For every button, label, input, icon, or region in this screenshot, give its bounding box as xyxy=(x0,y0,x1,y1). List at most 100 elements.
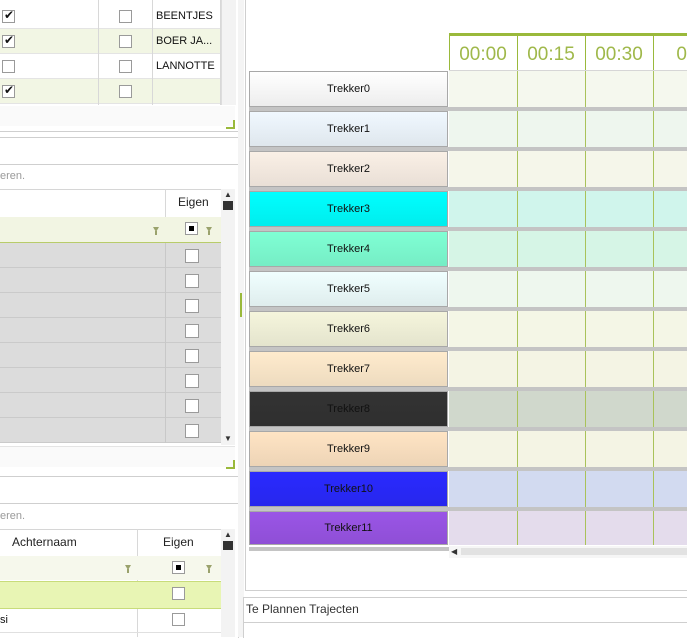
truck-label[interactable]: Trekker2 xyxy=(249,151,448,187)
lane-time-divider xyxy=(585,271,586,307)
panel2-row-checkbox[interactable] xyxy=(185,299,199,313)
top-list-checkbox-2[interactable] xyxy=(119,85,132,98)
lane-time-divider xyxy=(585,311,586,347)
panel2-row-line xyxy=(0,292,221,293)
lane-time-divider xyxy=(585,351,586,387)
panel2-row-checkbox[interactable] xyxy=(185,399,199,413)
panel3-row-checkbox[interactable] xyxy=(172,613,185,626)
panel2-header-line xyxy=(0,164,238,165)
filter-icon[interactable] xyxy=(153,227,159,235)
panel3-selected-row[interactable] xyxy=(0,581,221,609)
scroll-up-icon[interactable]: ▲ xyxy=(224,530,232,539)
top-list-hscroll[interactable] xyxy=(0,106,235,126)
lane-time-divider xyxy=(585,71,586,107)
top-list-checkbox[interactable] xyxy=(2,60,15,73)
panel2-row-checkbox[interactable] xyxy=(185,249,199,263)
truck-label[interactable]: Trekker3 xyxy=(249,191,448,227)
truck-label[interactable]: Trekker10 xyxy=(249,471,448,507)
panel2-col-divider xyxy=(165,243,166,443)
panel3-col-eigen[interactable]: Eigen xyxy=(163,535,194,549)
panel3-row[interactable] xyxy=(0,608,221,633)
panel2-hint: eren. xyxy=(0,170,26,182)
truck-lane[interactable] xyxy=(449,231,687,267)
resize-grip-icon[interactable] xyxy=(226,120,235,129)
truck-label[interactable]: Trekker8 xyxy=(249,391,448,427)
truck-lane[interactable] xyxy=(449,391,687,427)
top-list-row[interactable] xyxy=(0,79,220,104)
lane-time-divider xyxy=(517,431,518,467)
lane-time-divider xyxy=(653,111,654,147)
panel2-row-checkbox[interactable] xyxy=(185,324,199,338)
truck-lane[interactable] xyxy=(449,471,687,507)
filter-icon[interactable] xyxy=(125,565,131,573)
panel3-header-line xyxy=(0,503,238,504)
lane-time-divider xyxy=(517,471,518,507)
scroll-up-icon[interactable]: ▲ xyxy=(224,190,232,199)
panel2-row-line xyxy=(0,317,221,318)
time-slot-divider xyxy=(517,36,518,70)
truck-lane[interactable] xyxy=(449,71,687,107)
scroll-left-icon[interactable]: ◀ xyxy=(451,547,457,556)
top-list-checkbox-2[interactable] xyxy=(119,10,132,23)
panel2-row-line xyxy=(0,342,221,343)
panel2-hscroll[interactable] xyxy=(0,446,235,467)
truck-label[interactable]: Trekker4 xyxy=(249,231,448,267)
lane-time-divider xyxy=(653,191,654,227)
panel3-row-checkbox[interactable] xyxy=(172,587,185,600)
truck-label[interactable]: Trekker11 xyxy=(249,511,448,545)
truck-lane[interactable] xyxy=(449,511,687,545)
panel2-row-line xyxy=(0,442,221,443)
truck-lane[interactable] xyxy=(449,351,687,387)
panel2-row-checkbox[interactable] xyxy=(185,349,199,363)
panel2-row-checkbox[interactable] xyxy=(185,274,199,288)
filter-icon[interactable] xyxy=(206,565,212,573)
bottom-panel-title: Te Plannen Trajecten xyxy=(246,602,359,616)
top-list-checkbox-2[interactable] xyxy=(119,35,132,48)
resize-grip-icon[interactable] xyxy=(226,460,235,469)
panel2-scrollbar[interactable] xyxy=(221,189,235,445)
time-header-bar xyxy=(449,33,687,36)
schedule-hscroll-thumb[interactable] xyxy=(461,548,687,555)
panel3-scroll-thumb[interactable] xyxy=(223,541,233,550)
panel3-filter-checkbox[interactable] xyxy=(172,561,185,574)
truck-label[interactable]: Trekker6 xyxy=(249,311,448,347)
truck-lane[interactable] xyxy=(449,431,687,467)
lane-time-divider xyxy=(653,311,654,347)
truck-lane[interactable] xyxy=(449,111,687,147)
panel2-filter-checkbox[interactable] xyxy=(185,222,198,235)
lane-time-divider xyxy=(585,111,586,147)
scroll-down-icon[interactable]: ▼ xyxy=(224,434,232,443)
time-slot-divider xyxy=(449,36,450,70)
top-list-checkbox[interactable] xyxy=(2,83,15,98)
lane-time-divider xyxy=(653,71,654,107)
truck-label[interactable]: Trekker5 xyxy=(249,271,448,307)
truck-lane[interactable] xyxy=(449,151,687,187)
lane-time-divider xyxy=(653,431,654,467)
filter-icon[interactable] xyxy=(206,227,212,235)
truck-lane[interactable] xyxy=(449,191,687,227)
truck-label[interactable]: Trekker9 xyxy=(249,431,448,467)
truck-lane[interactable] xyxy=(449,311,687,347)
panel2-row-checkbox[interactable] xyxy=(185,424,199,438)
time-slot-header: 00:00 xyxy=(459,44,507,65)
top-list-checkbox-2[interactable] xyxy=(119,60,132,73)
lane-time-divider xyxy=(585,511,586,545)
lane-time-divider xyxy=(517,151,518,187)
panel3-col-achternaam[interactable]: Achternaam xyxy=(12,535,77,549)
top-list-name: BOER JA... xyxy=(156,35,213,47)
truck-label[interactable]: Trekker7 xyxy=(249,351,448,387)
panel2-row-line xyxy=(0,417,221,418)
panel2-row-line xyxy=(0,267,221,268)
panel2-row-checkbox[interactable] xyxy=(185,374,199,388)
top-list-scrollbar[interactable] xyxy=(221,0,236,105)
panel2-col-eigen[interactable]: Eigen xyxy=(178,195,209,209)
top-list-checkbox[interactable] xyxy=(2,8,15,23)
splitter-grip[interactable] xyxy=(240,293,242,317)
truck-label[interactable]: Trekker0 xyxy=(249,71,448,107)
top-list-checkbox[interactable] xyxy=(2,33,15,48)
truck-label[interactable]: Trekker1 xyxy=(249,111,448,147)
lane-time-divider xyxy=(517,351,518,387)
panel2-scroll-thumb[interactable] xyxy=(223,201,233,210)
splitter[interactable] xyxy=(238,0,244,637)
truck-lane[interactable] xyxy=(449,271,687,307)
